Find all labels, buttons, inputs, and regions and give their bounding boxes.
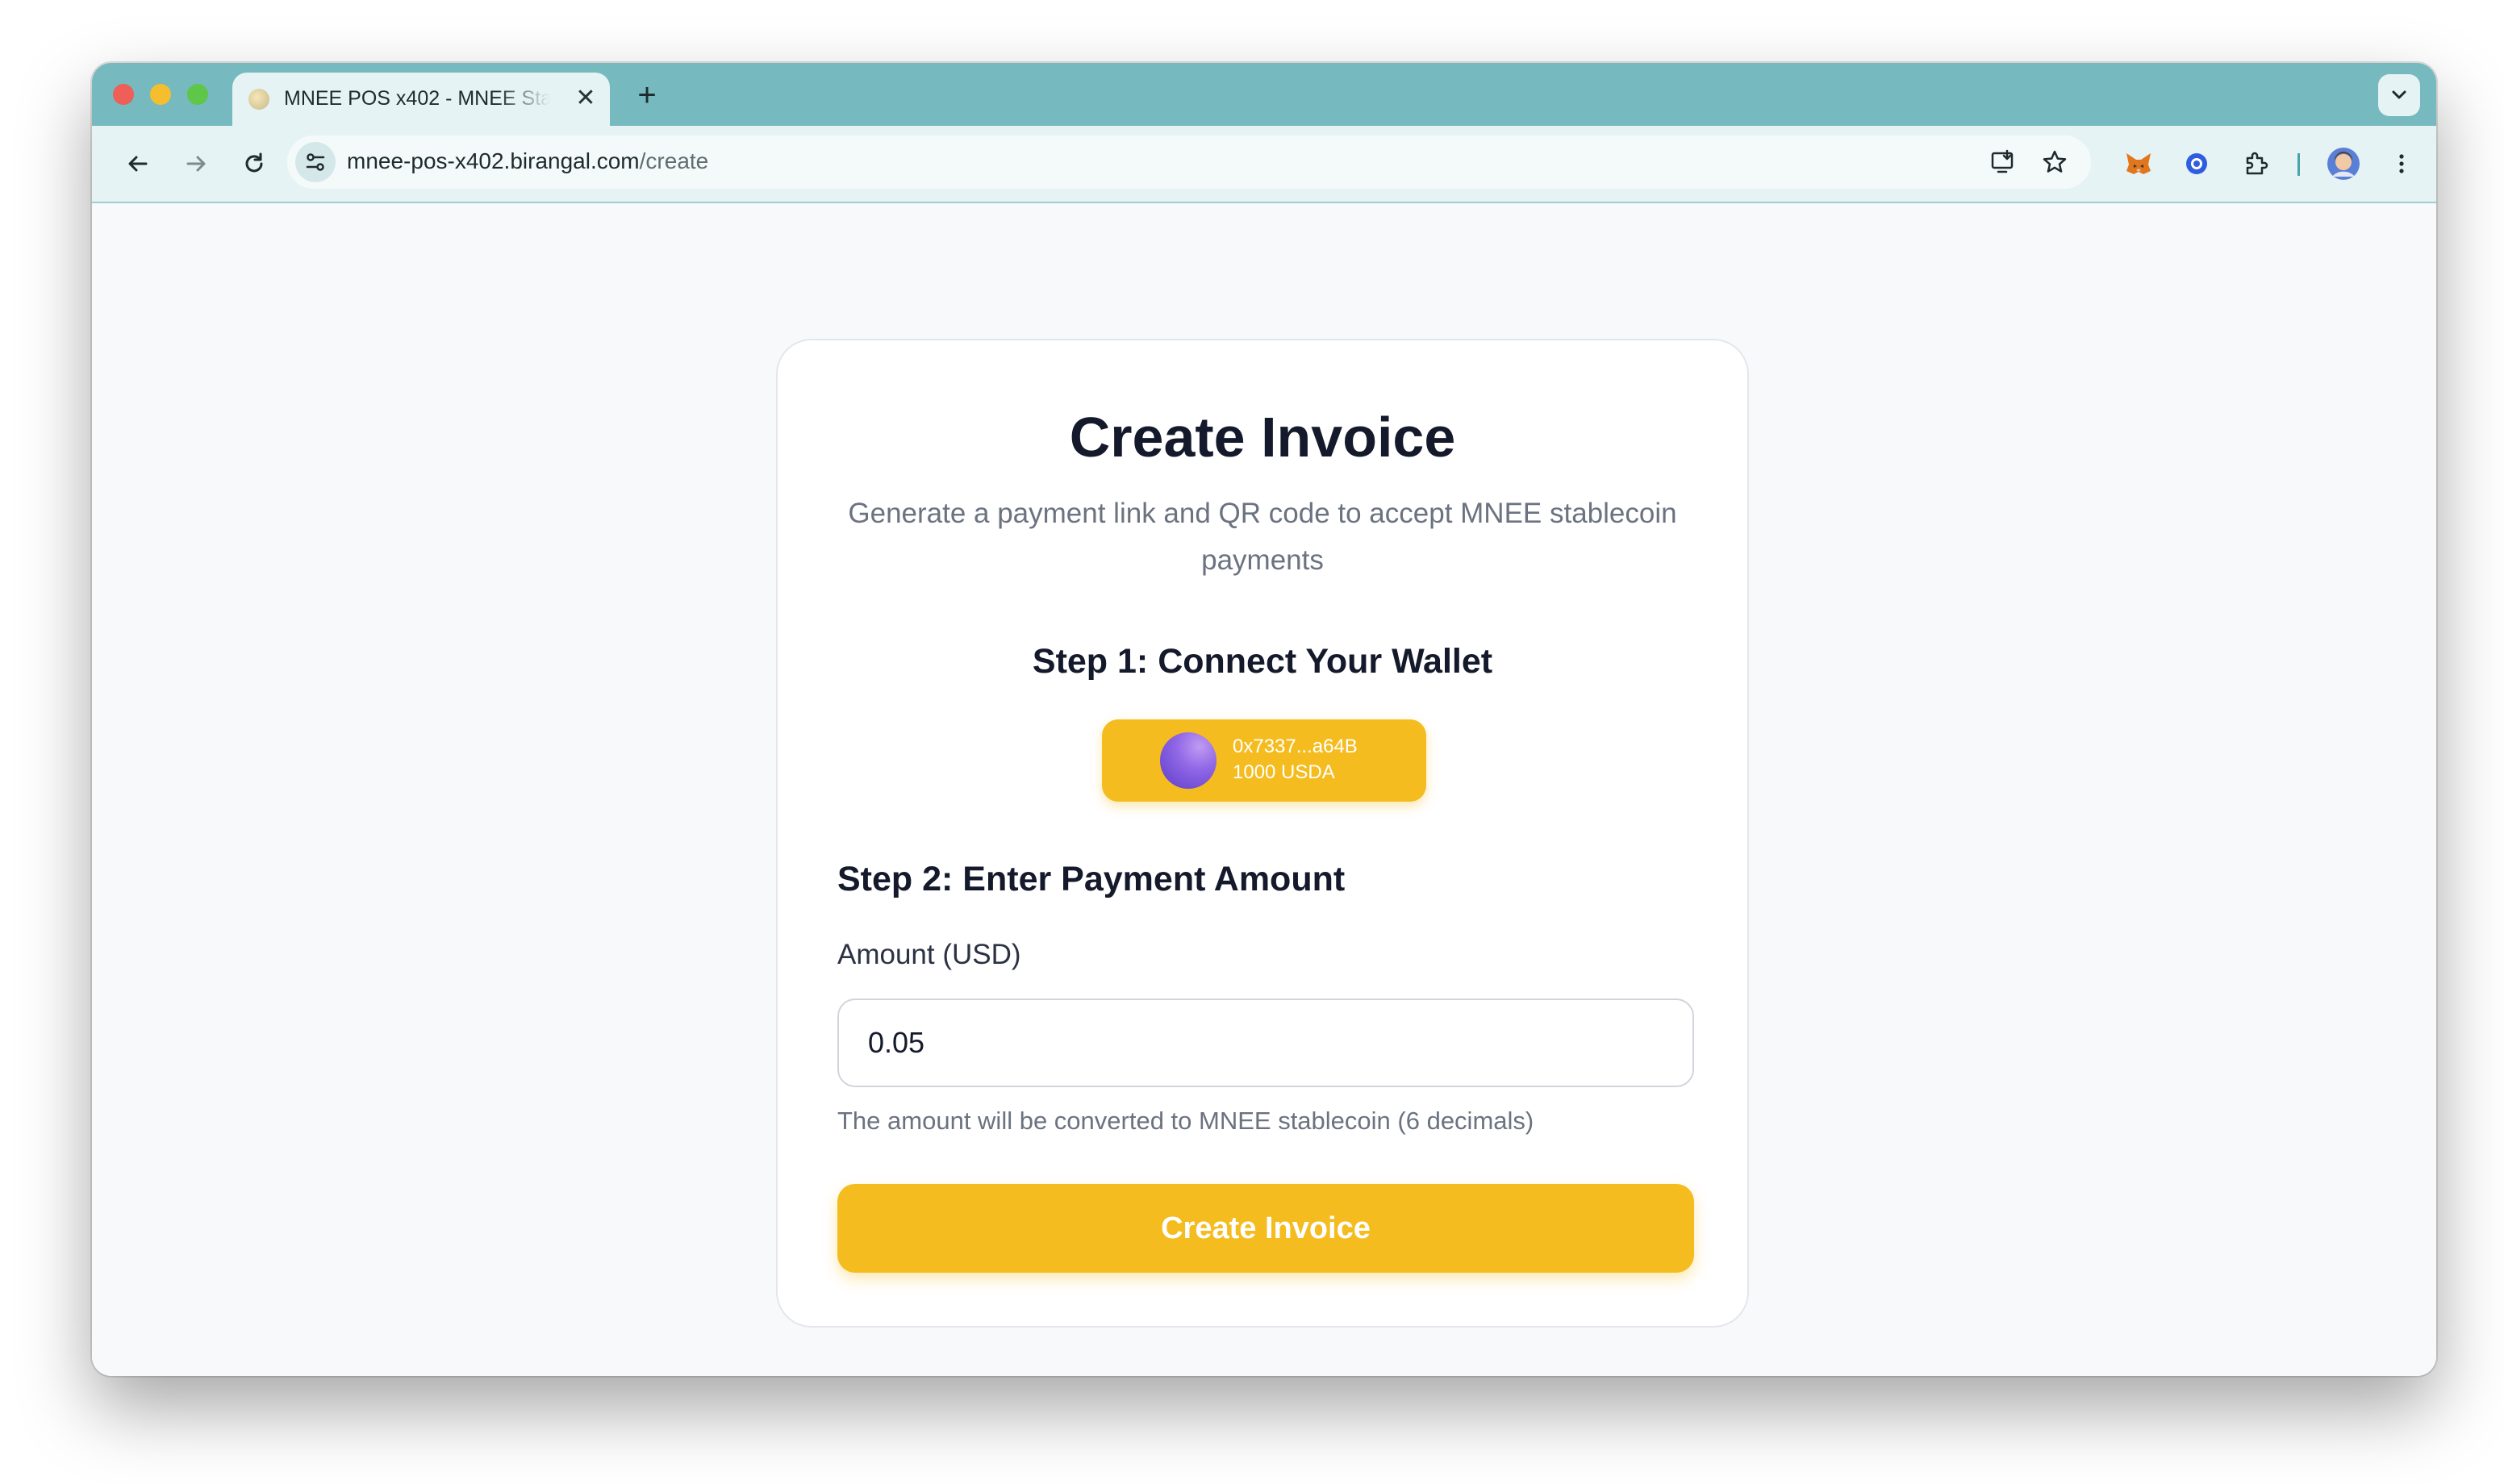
tab-list-button[interactable] <box>2378 74 2420 116</box>
new-tab-button[interactable]: + <box>629 77 665 113</box>
url-text: mnee-pos-x402.birangal.com/create <box>347 148 708 174</box>
amount-hint: The amount will be converted to MNEE sta… <box>837 1107 1534 1135</box>
step1-heading: Step 1: Connect Your Wallet <box>1032 642 1493 681</box>
install-app-button[interactable] <box>1983 142 2023 182</box>
puzzle-icon <box>2246 152 2268 175</box>
page-content: Create Invoice Generate a payment link a… <box>92 203 2436 1376</box>
wallet-address: 0x7337...a64B <box>1233 736 1358 757</box>
wallet-avatar <box>1160 732 1217 789</box>
amount-value: 0.05 <box>868 1026 925 1059</box>
amount-label: Amount (USD) <box>837 939 1021 970</box>
tab-title: MNEE POS x402 - MNEE Stablecoin POS <box>284 87 550 110</box>
profile-button[interactable] <box>2323 144 2364 184</box>
create-invoice-card: Create Invoice Generate a payment link a… <box>776 339 1749 1328</box>
create-invoice-button[interactable]: Create Invoice <box>837 1184 1694 1273</box>
site-info-button[interactable] <box>295 142 336 182</box>
page-title: Create Invoice <box>1069 406 1456 469</box>
chevron-down-icon <box>2392 90 2406 99</box>
back-button[interactable] <box>118 144 158 184</box>
browser-menu-button[interactable] <box>2381 144 2422 184</box>
zoom-window-button[interactable] <box>187 84 208 105</box>
star-icon <box>2043 150 2067 173</box>
forward-button[interactable] <box>176 144 216 184</box>
page-subtitle: Generate a payment link and QR code to a… <box>848 498 1677 576</box>
browser-toolbar: mnee-pos-x402.birangal.com/create <box>92 126 2436 203</box>
avatar <box>2327 148 2360 180</box>
close-window-button[interactable] <box>113 84 134 105</box>
kebab-menu-icon <box>2399 154 2404 173</box>
url-path: /create <box>639 148 709 173</box>
reload-button[interactable] <box>234 144 274 184</box>
tab-close-icon[interactable]: ✕ <box>573 85 599 111</box>
tab-favicon-icon <box>248 89 269 110</box>
reload-icon <box>245 152 263 173</box>
arrow-left-icon <box>128 156 148 172</box>
wallet-balance: 1000 USDA <box>1233 761 1335 783</box>
title-bar: MNEE POS x402 - MNEE Stablecoin POS ✕ + <box>92 63 2436 126</box>
extensions-menu-button[interactable] <box>2236 144 2277 184</box>
tab-active[interactable]: MNEE POS x402 - MNEE Stablecoin POS ✕ <box>232 73 610 126</box>
step2-heading: Step 2: Enter Payment Amount <box>837 860 1346 898</box>
bookmark-button[interactable] <box>2034 142 2075 182</box>
amount-input[interactable]: 0.05 <box>837 998 1694 1087</box>
tune-icon <box>306 153 325 171</box>
metamask-fox-icon <box>2126 153 2151 174</box>
ring-extension-icon <box>2186 153 2207 174</box>
browser-window: MNEE POS x402 - MNEE Stablecoin POS ✕ + <box>92 63 2436 1376</box>
address-bar[interactable]: mnee-pos-x402.birangal.com/create <box>287 135 2091 189</box>
url-host: mnee-pos-x402.birangal.com <box>347 148 640 173</box>
toolbar-divider <box>2297 153 2300 176</box>
minimize-window-button[interactable] <box>150 84 171 105</box>
wallet-connect-button[interactable]: 0x7337...a64B 1000 USDA <box>1102 719 1426 802</box>
extension-button[interactable] <box>2176 144 2217 184</box>
install-app-icon <box>1991 149 2014 173</box>
arrow-right-icon <box>186 156 206 172</box>
metamask-extension-button[interactable] <box>2118 144 2159 184</box>
